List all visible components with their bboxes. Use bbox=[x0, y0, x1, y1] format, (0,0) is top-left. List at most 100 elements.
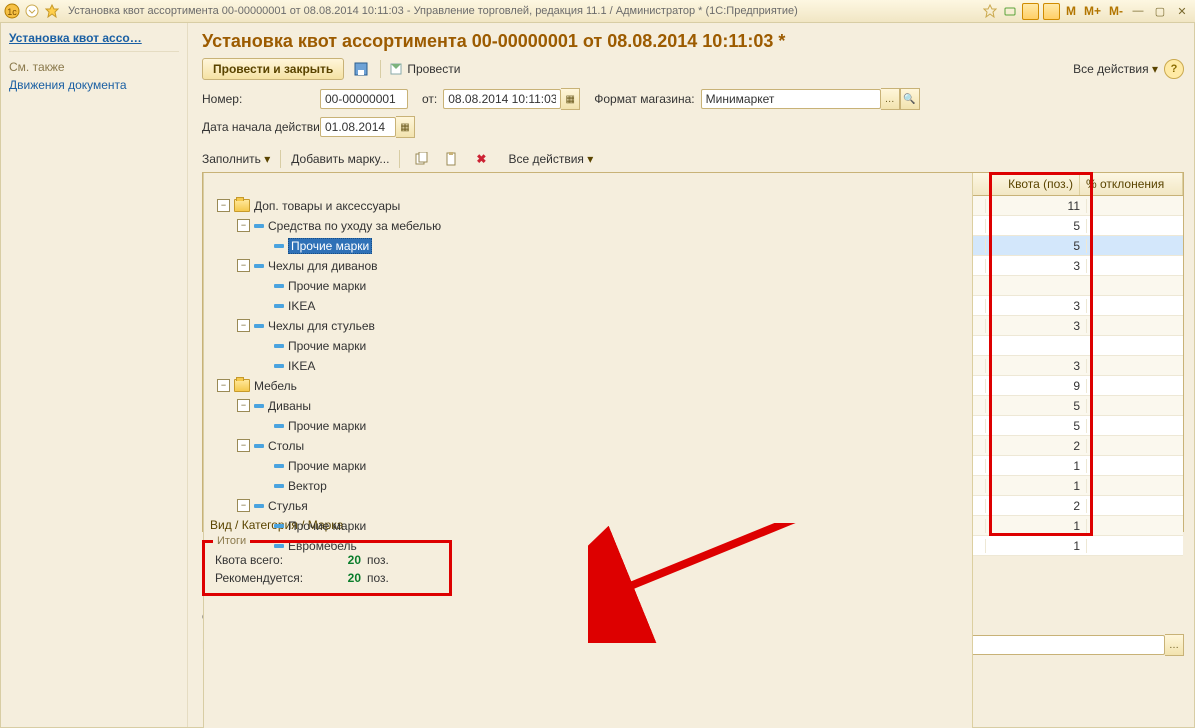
store-format-select-button[interactable]: … bbox=[881, 88, 900, 110]
row-label: Средства по уходу за мебелью bbox=[268, 219, 441, 233]
row-quota[interactable]: 3 bbox=[985, 299, 1087, 313]
titlebar-star-icon[interactable] bbox=[982, 3, 998, 19]
brand-icon bbox=[274, 284, 284, 288]
start-date-input[interactable] bbox=[320, 117, 396, 137]
main-toolbar: Провести и закрыть Провести Все действия… bbox=[202, 58, 1184, 80]
folder-icon bbox=[234, 379, 250, 392]
row-quota[interactable]: 5 bbox=[985, 239, 1087, 253]
tree-header: Вид / Категория / Марка Квота (поз.) % о… bbox=[203, 173, 1183, 196]
format-label: Формат магазина: bbox=[594, 92, 694, 106]
sidebar-link-movements[interactable]: Движения документа bbox=[9, 78, 179, 92]
date-input[interactable] bbox=[443, 89, 561, 109]
help-button[interactable]: ? bbox=[1164, 59, 1184, 79]
start-date-picker-button[interactable]: ▦ bbox=[396, 116, 415, 138]
copy-icon[interactable] bbox=[410, 148, 432, 170]
toolbar-divider bbox=[380, 60, 381, 78]
brand-icon bbox=[254, 264, 264, 268]
totals-rec-label: Рекомендуется: bbox=[215, 571, 333, 585]
totals-rec-unit: поз. bbox=[367, 571, 389, 585]
titlebar-link-icon[interactable] bbox=[1002, 3, 1018, 19]
paste-icon[interactable] bbox=[440, 148, 462, 170]
totals-box: Итоги Квота всего: 20 поз. Рекомендуется… bbox=[202, 540, 452, 596]
fill-dropdown[interactable]: Заполнить bbox=[202, 152, 270, 166]
start-date-label: Дата начала действия: bbox=[202, 120, 314, 134]
tree-toggle-icon[interactable]: − bbox=[237, 399, 250, 412]
titlebar-calc-icon[interactable] bbox=[1022, 3, 1039, 20]
all-actions-dropdown[interactable]: Все действия bbox=[1073, 62, 1158, 76]
memory-mminus-button[interactable]: M- bbox=[1107, 4, 1125, 18]
save-icon[interactable] bbox=[350, 58, 372, 80]
memory-m-button[interactable]: M bbox=[1064, 4, 1078, 18]
col-deviation[interactable]: % отклонения bbox=[1080, 173, 1183, 195]
brand-icon bbox=[274, 364, 284, 368]
brand-icon bbox=[274, 524, 284, 528]
row-quota[interactable]: 1 bbox=[985, 539, 1087, 553]
row-label: Чехлы для стульев bbox=[268, 319, 375, 333]
form-row-1: Номер: от: ▦ Формат магазина: … 🔍 bbox=[202, 88, 1184, 110]
favorite-star-icon[interactable] bbox=[44, 3, 60, 19]
delete-icon[interactable]: ✖ bbox=[470, 148, 492, 170]
row-label: Прочие марки bbox=[288, 519, 366, 533]
tree-toggle-icon[interactable]: − bbox=[237, 259, 250, 272]
row-quota[interactable]: 3 bbox=[985, 259, 1087, 273]
tree-toggle-icon[interactable]: − bbox=[237, 499, 250, 512]
row-label: Мебель bbox=[254, 379, 297, 393]
row-label: Прочие марки bbox=[288, 238, 372, 254]
maximize-button[interactable]: ▢ bbox=[1151, 3, 1169, 19]
tree-toggle-icon[interactable]: − bbox=[217, 199, 230, 212]
brand-icon bbox=[274, 304, 284, 308]
sidebar-current-item[interactable]: Установка квот ассо… bbox=[9, 29, 179, 52]
row-label: Прочие марки bbox=[288, 459, 366, 473]
totals-quota-label: Квота всего: bbox=[215, 553, 333, 567]
tree-toggle-icon[interactable]: − bbox=[217, 379, 230, 392]
post-button[interactable]: Провести bbox=[389, 62, 460, 76]
tb2-divider2 bbox=[399, 150, 400, 168]
date-picker-button[interactable]: ▦ bbox=[561, 88, 580, 110]
row-quota[interactable]: 1 bbox=[985, 479, 1087, 493]
row-quota[interactable]: 9 bbox=[985, 379, 1087, 393]
totals-quota-unit: поз. bbox=[367, 553, 389, 567]
row-quota[interactable]: 1 bbox=[985, 459, 1087, 473]
number-input[interactable] bbox=[320, 89, 408, 109]
minimize-button[interactable]: — bbox=[1129, 3, 1147, 19]
store-format-open-button[interactable]: 🔍 bbox=[900, 88, 920, 110]
close-button[interactable]: ✕ bbox=[1173, 3, 1191, 19]
titlebar-calendar-icon[interactable] bbox=[1043, 3, 1060, 20]
post-button-label: Провести bbox=[407, 62, 460, 76]
nav-down-icon[interactable] bbox=[24, 3, 40, 19]
row-quota[interactable]: 5 bbox=[985, 399, 1087, 413]
add-brand-button[interactable]: Добавить марку... bbox=[291, 152, 389, 166]
post-and-close-button[interactable]: Провести и закрыть bbox=[202, 58, 344, 80]
row-quota[interactable]: 5 bbox=[985, 219, 1087, 233]
row-quota[interactable]: 3 bbox=[985, 319, 1087, 333]
row-quota[interactable]: 2 bbox=[985, 499, 1087, 513]
row-label: IKEA bbox=[288, 299, 315, 313]
row-quota[interactable]: 2 bbox=[985, 439, 1087, 453]
table-row[interactable]: Прочие марки 5 bbox=[203, 236, 1183, 256]
brand-icon bbox=[274, 424, 284, 428]
form-row-2: Дата начала действия: ▦ bbox=[202, 116, 1184, 138]
tree-toggle-icon[interactable]: − bbox=[237, 219, 250, 232]
comment-select-button[interactable]: … bbox=[1165, 634, 1184, 656]
tree-toggle-icon[interactable]: − bbox=[237, 439, 250, 452]
memory-mplus-button[interactable]: M+ bbox=[1082, 4, 1103, 18]
assortment-tree-table: Вид / Категория / Марка Квота (поз.) % о… bbox=[202, 172, 1184, 532]
row-label: IKEA bbox=[288, 359, 315, 373]
row-quota[interactable]: 1 bbox=[985, 519, 1087, 533]
row-quota[interactable]: 5 bbox=[985, 419, 1087, 433]
tree-toggle-icon[interactable]: − bbox=[237, 319, 250, 332]
brand-icon bbox=[254, 404, 264, 408]
row-label: Прочие марки bbox=[288, 279, 366, 293]
row-quota[interactable]: 3 bbox=[985, 359, 1087, 373]
tree-all-actions-dropdown[interactable]: Все действия bbox=[508, 152, 593, 166]
document-title: Установка квот ассортимента 00-00000001 … bbox=[202, 31, 1184, 52]
row-label: Диваны bbox=[268, 399, 311, 413]
store-format-input[interactable] bbox=[701, 89, 881, 109]
row-quota[interactable]: 11 bbox=[985, 199, 1087, 213]
col-quota[interactable]: Квота (поз.) bbox=[973, 173, 1080, 195]
post-icon bbox=[389, 62, 403, 76]
brand-icon bbox=[254, 444, 264, 448]
row-label: Прочие марки bbox=[288, 339, 366, 353]
content-area: Установка квот ассортимента 00-00000001 … bbox=[188, 23, 1194, 727]
row-label: Доп. товары и аксессуары bbox=[254, 199, 400, 213]
